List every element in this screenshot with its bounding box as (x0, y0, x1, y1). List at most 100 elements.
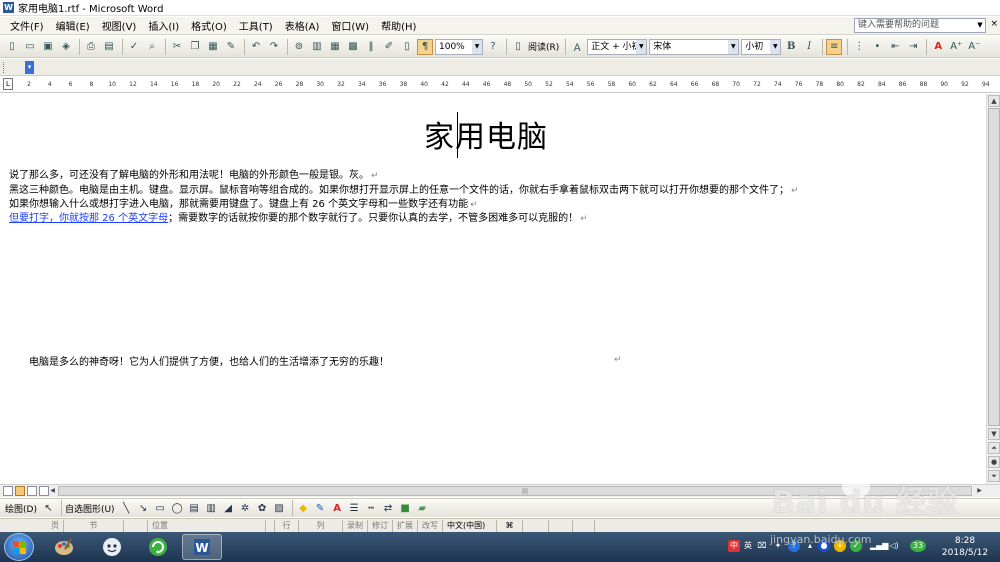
decrease-indent-icon[interactable]: ⇤ (887, 39, 903, 55)
grow-font-icon[interactable]: A⁺ (948, 39, 964, 55)
scroll-left-icon[interactable]: ◀ (47, 486, 58, 496)
ime-settings-icon[interactable]: ✦ (772, 540, 784, 552)
tray-expand-icon[interactable]: ▴ (804, 540, 816, 552)
menu-file[interactable]: 文件(F) (4, 18, 50, 33)
research-icon[interactable]: ⌕ (144, 39, 160, 55)
shrink-font-icon[interactable]: A⁻ (966, 39, 982, 55)
shadow-style-icon[interactable]: ■ (398, 501, 413, 516)
copy-icon[interactable]: ❐ (187, 39, 203, 55)
increase-indent-icon[interactable]: ⇥ (905, 39, 921, 55)
tray-app-icon[interactable]: + (834, 540, 846, 552)
menu-view[interactable]: 视图(V) (96, 18, 143, 33)
line-icon[interactable]: ╲ (119, 501, 134, 516)
fill-color-icon[interactable]: ◆ (296, 501, 311, 516)
taskbar-word-app[interactable]: W (182, 534, 222, 560)
tables-borders-icon[interactable]: ▥ (309, 39, 325, 55)
chevron-down-icon[interactable]: ▼ (974, 18, 986, 33)
scroll-down-icon[interactable]: ▼ (988, 428, 1000, 440)
horizontal-ruler[interactable]: L 2 4 6 8 10 12 14 16 18 20 22 24 26 28 30 32 34 36 38 40 42… (0, 77, 1000, 93)
normal-view-icon[interactable] (3, 486, 13, 496)
format-painter-icon[interactable]: ✎ (223, 39, 239, 55)
notification-badge[interactable]: 33 (910, 540, 926, 552)
paste-icon[interactable]: ▦ (205, 39, 221, 55)
3d-style-icon[interactable]: ▰ (415, 501, 430, 516)
start-button[interactable] (4, 533, 34, 561)
help-question-input[interactable]: 键入需要帮助的问题 (854, 18, 986, 33)
hyperlink-icon[interactable]: ⊚ (291, 39, 307, 55)
taskbar-browser-app[interactable] (138, 534, 178, 560)
font-size-select[interactable]: 小初 ▼ (741, 38, 782, 55)
line-color-icon[interactable]: ✎ (313, 501, 328, 516)
ime-mode-label[interactable]: 英 (742, 540, 754, 552)
next-page-icon[interactable]: ⏷ (988, 470, 1000, 482)
status-extend[interactable]: 扩展 (393, 519, 418, 532)
network-signal-icon[interactable]: ▂▄▆ (870, 540, 888, 552)
wordart-icon[interactable]: ◢ (221, 501, 236, 516)
undo-icon[interactable]: ↶ (248, 39, 264, 55)
system-clock[interactable]: 8:28 2018/5/12 (940, 535, 990, 559)
open-folder-icon[interactable]: ▭ (22, 39, 38, 55)
insert-table-icon[interactable]: ▦ (327, 39, 343, 55)
autoshapes-menu-button[interactable]: 自选图形(U) (65, 502, 115, 515)
font-select[interactable]: 宋体 ▼ (649, 38, 740, 55)
text-box-icon[interactable]: ▤ (187, 501, 202, 516)
arrow-style-icon[interactable]: ⇄ (381, 501, 396, 516)
horizontal-scroll-thumb[interactable]: ||| (58, 486, 972, 496)
tab-selector-icon[interactable]: L (3, 78, 13, 90)
oval-icon[interactable]: ◯ (170, 501, 185, 516)
new-document-icon[interactable]: ▯ (4, 39, 20, 55)
columns-icon[interactable]: ‖ (363, 39, 379, 55)
previous-page-icon[interactable]: ⏶ (988, 442, 1000, 454)
menu-edit[interactable]: 编辑(E) (50, 18, 96, 33)
vertical-scrollbar[interactable]: ▲ ▼ ⏶ ● ⏷ (986, 94, 1000, 484)
zoom-select[interactable]: 100% ▼ (435, 38, 483, 55)
volume-icon[interactable]: ◁) (888, 540, 900, 552)
close-document-button[interactable]: × (990, 19, 998, 29)
print-preview-icon[interactable]: ▤ (101, 39, 117, 55)
menu-insert[interactable]: 插入(I) (142, 18, 185, 33)
read-icon[interactable]: ▯ (510, 39, 526, 55)
drawing-font-color-icon[interactable]: A (330, 501, 345, 516)
print-icon[interactable]: ⎙ (83, 39, 99, 55)
bullets-icon[interactable]: • (869, 39, 885, 55)
tray-status-icon[interactable]: ✓ (850, 540, 862, 552)
document-page[interactable]: 家用电脑 说了那么多，可还没有了解电脑的外形和用法呢！电脑的外形颜色一般是银。灰… (0, 94, 986, 484)
security-shield-icon[interactable]: ● (818, 540, 830, 552)
toolbar-options-icon[interactable]: ▾ (25, 61, 34, 74)
document-map-icon[interactable]: ▯ (399, 39, 415, 55)
redo-icon[interactable]: ↷ (266, 39, 282, 55)
scroll-up-icon[interactable]: ▲ (988, 95, 1000, 107)
input-method-icon[interactable]: 中 (728, 540, 740, 552)
numbering-icon[interactable]: ⋮ (851, 39, 867, 55)
rectangle-icon[interactable]: ▭ (153, 501, 168, 516)
font-color-icon[interactable]: A (930, 39, 946, 55)
bold-button[interactable]: B (783, 39, 799, 55)
status-overtype[interactable]: 改写 (418, 519, 443, 532)
menu-format[interactable]: 格式(O) (185, 18, 233, 33)
spelling-status-icon[interactable]: ⌘ (497, 519, 523, 532)
insert-excel-icon[interactable]: ▩ (345, 39, 361, 55)
permission-icon[interactable]: ◈ (58, 39, 74, 55)
picture-icon[interactable]: ▨ (272, 501, 287, 516)
style-select[interactable]: 正文 + 小初 ▼ (587, 38, 648, 55)
spelling-icon[interactable]: ✓ (126, 39, 142, 55)
scroll-right-icon[interactable]: ▶ (974, 486, 985, 496)
select-objects-icon[interactable]: ↖ (41, 501, 56, 516)
menu-help[interactable]: 帮助(H) (375, 18, 422, 33)
vertical-text-box-icon[interactable]: ▥ (204, 501, 219, 516)
draw-menu-button[interactable]: 绘图(D) (5, 502, 37, 515)
taskbar-paint-app[interactable] (44, 534, 84, 560)
menu-table[interactable]: 表格(A) (279, 18, 326, 33)
line-style-icon[interactable]: ☰ (347, 501, 362, 516)
help-icon[interactable]: ? (485, 39, 501, 55)
dash-style-icon[interactable]: ┅ (364, 501, 379, 516)
save-icon[interactable]: ▣ (40, 39, 56, 55)
status-record[interactable]: 录制 (343, 519, 368, 532)
web-layout-view-icon[interactable] (15, 486, 25, 496)
arrow-icon[interactable]: ↘ (136, 501, 151, 516)
print-layout-view-icon[interactable] (27, 486, 37, 496)
italic-button[interactable]: I (801, 39, 817, 55)
drawing-icon[interactable]: ✐ (381, 39, 397, 55)
read-button[interactable]: 阅读(R) (528, 40, 559, 53)
browse-object-icon[interactable]: ● (988, 456, 1000, 468)
